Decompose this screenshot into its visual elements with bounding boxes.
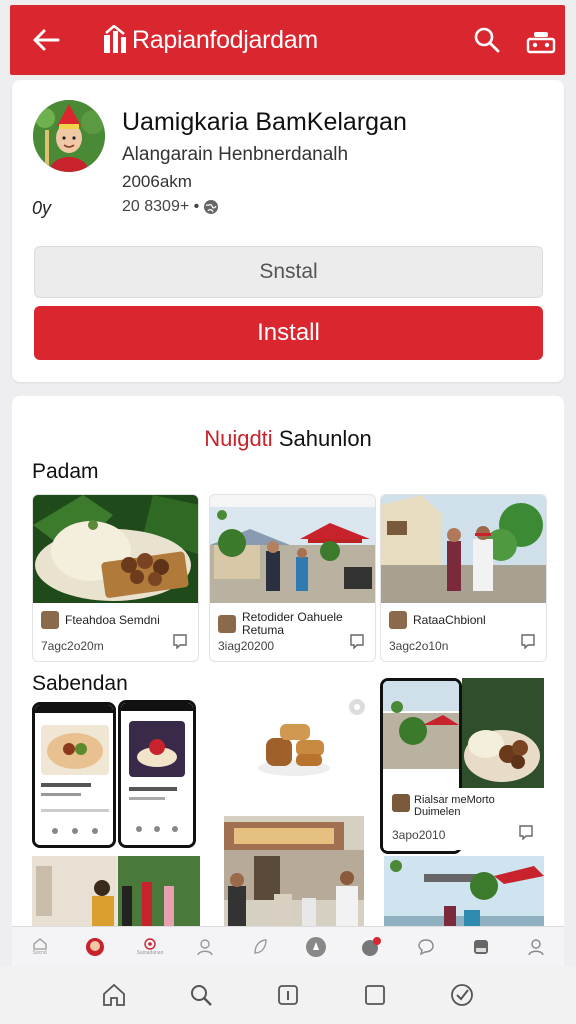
tab-location[interactable]: Sainadanan xyxy=(122,937,177,956)
home-icon xyxy=(32,937,47,950)
top-app-bar: Rapianfodjardam xyxy=(10,5,565,75)
section-heading: Nuigdti Sahunlon xyxy=(12,426,564,452)
app-info-card: Uamigkaria BamKelargan Alangarain Henbne… xyxy=(12,80,564,382)
phone-screenshot[interactable] xyxy=(32,702,116,848)
page-title: Rapianfodjardam xyxy=(132,25,318,54)
home-icon[interactable] xyxy=(99,980,129,1010)
tab-library[interactable] xyxy=(454,938,509,956)
bookmark-icon[interactable] xyxy=(518,824,534,840)
secondary-button[interactable]: Snstal xyxy=(34,246,543,298)
tab-explore[interactable] xyxy=(233,938,288,956)
tab-label: Socnd xyxy=(32,949,47,956)
post-author: Retodider Oahuele Retuma xyxy=(218,611,362,637)
tab-user[interactable] xyxy=(178,938,233,956)
bookmark-icon[interactable] xyxy=(349,633,365,649)
tab-account[interactable] xyxy=(509,938,564,956)
author-avatar xyxy=(389,611,407,629)
phone-screenshot[interactable] xyxy=(118,700,196,848)
install-button[interactable]: Install xyxy=(34,306,543,360)
app-size: 2006akm xyxy=(122,172,192,191)
user-icon xyxy=(197,938,213,955)
location-icon xyxy=(144,937,156,950)
search-icon[interactable] xyxy=(472,25,502,55)
square-icon[interactable] xyxy=(360,980,390,1010)
post-image-food xyxy=(33,495,198,603)
section-label-1: Padam xyxy=(32,460,99,483)
gallery-image-dish[interactable] xyxy=(462,678,544,790)
chat-notification-icon xyxy=(361,936,381,956)
author-avatar xyxy=(218,615,236,633)
system-nav-bar xyxy=(0,966,576,1024)
post-image-people xyxy=(381,495,546,603)
post-card[interactable]: Retodider Oahuele Retuma 3iag20200 xyxy=(209,494,376,662)
app-avatar xyxy=(33,100,105,172)
info-icon[interactable] xyxy=(273,980,303,1010)
post-card[interactable]: Fteahdoa Semdni 7agc2o20m xyxy=(32,494,199,662)
feed-card: Nuigdti Sahunlon Padam Fteahdoa Semdni 7… xyxy=(12,396,564,956)
post-date: 3agc2o10n xyxy=(389,639,449,653)
app-name: Uamigkaria BamKelargan xyxy=(122,108,407,136)
tab-compass[interactable] xyxy=(288,936,343,958)
tab-profile[interactable] xyxy=(67,937,122,957)
heading-dark: Sahunlon xyxy=(278,426,372,451)
app-logo-icon xyxy=(102,24,128,55)
post-author: Fteahdoa Semdni xyxy=(41,611,160,629)
author-name: RataaChbionl xyxy=(413,613,486,627)
compass-icon xyxy=(305,936,326,957)
post-date: 3iag20200 xyxy=(218,639,275,653)
heading-red: Nuigdti xyxy=(204,426,273,451)
check-icon[interactable] xyxy=(447,980,477,1010)
post-author: RataaChbionl xyxy=(389,611,486,629)
app-meta: 20 8309+ • xyxy=(122,198,219,216)
post-date: 3apo2010 xyxy=(392,828,446,842)
bookmark-icon[interactable] xyxy=(520,633,536,649)
globe-icon xyxy=(204,200,219,214)
settings-icon[interactable] xyxy=(348,698,366,716)
app-developer[interactable]: Alangarain Henbnerdanalh xyxy=(122,144,348,166)
library-icon xyxy=(474,939,489,954)
post-image-village xyxy=(210,495,375,603)
tab-home[interactable]: Socnd xyxy=(12,937,67,956)
section-label-2: Sabendan xyxy=(32,672,128,695)
author-avatar xyxy=(41,611,59,629)
author-avatar xyxy=(392,794,410,812)
rating-label: 0y xyxy=(32,198,52,218)
arrow-left-icon[interactable] xyxy=(26,20,66,60)
bookmark-icon[interactable] xyxy=(172,633,188,649)
tab-chat[interactable] xyxy=(343,936,398,957)
bottom-tab-bar: Socnd Sainadanan xyxy=(12,926,564,966)
message-icon xyxy=(418,938,434,955)
post-card[interactable]: RataaChbionl 3agc2o10n xyxy=(380,494,547,662)
author-name: Rialsar meMorto Duimelen xyxy=(414,794,495,818)
leaf-icon xyxy=(254,938,268,954)
search-icon[interactable] xyxy=(186,980,216,1010)
author-name: Retodider Oahuele Retuma xyxy=(242,610,343,637)
profile-avatar-icon xyxy=(85,937,104,956)
app-meta-text: 20 8309+ • xyxy=(122,198,200,215)
gallery-image-pastry[interactable] xyxy=(256,718,332,778)
cart-icon[interactable] xyxy=(524,27,558,55)
gallery-post[interactable]: Rialsar meMorto Duimelen 3apo2010 xyxy=(384,788,544,850)
screenshot-gallery: Rialsar meMorto Duimelen 3apo2010 xyxy=(32,678,544,956)
tab-label: Sainadanan xyxy=(136,949,164,956)
post-date: 7agc2o20m xyxy=(41,639,104,653)
author-name: Fteahdoa Semdni xyxy=(65,613,160,627)
account-icon xyxy=(528,938,545,955)
tab-messages[interactable] xyxy=(398,938,453,956)
